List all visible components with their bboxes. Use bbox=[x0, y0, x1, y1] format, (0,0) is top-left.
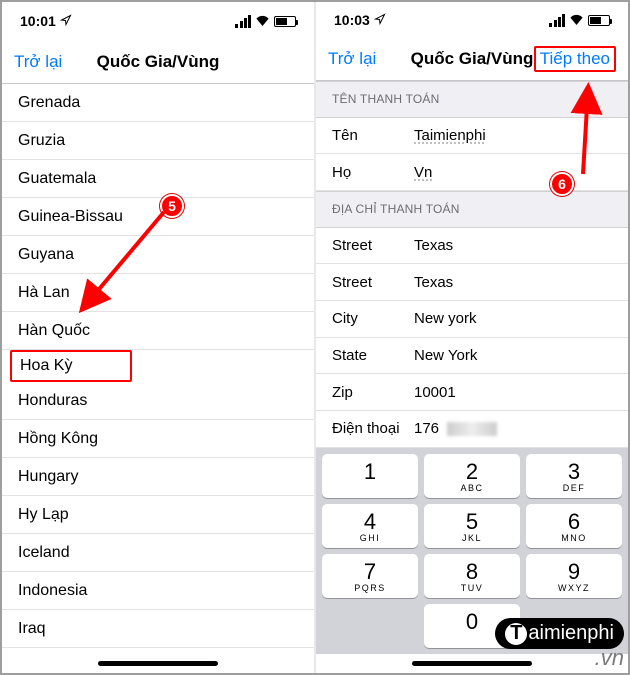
back-button[interactable]: Trở lại bbox=[14, 52, 62, 72]
field-city[interactable]: City New york bbox=[316, 301, 628, 338]
nav-title: Quốc Gia/Vùng bbox=[411, 49, 534, 69]
status-right bbox=[235, 13, 296, 29]
phone-redacted bbox=[447, 422, 497, 436]
location-icon bbox=[374, 12, 386, 28]
nav-bar: Trở lại Quốc Gia/Vùng bbox=[2, 40, 314, 84]
country-row[interactable]: Grenada bbox=[2, 84, 314, 122]
field-ten[interactable]: Tên Taimienphi bbox=[316, 118, 628, 155]
callout-5-badge: 5 bbox=[160, 194, 184, 218]
country-row[interactable]: Hoa Kỳ bbox=[10, 350, 132, 382]
key-5[interactable]: 5JKL bbox=[424, 504, 520, 548]
section-header-addr: ĐỊA CHỈ THANH TOÁN bbox=[316, 191, 628, 228]
country-row[interactable]: Iraq bbox=[2, 610, 314, 648]
field-street2[interactable]: Street Texas bbox=[316, 264, 628, 301]
key-4[interactable]: 4GHI bbox=[322, 504, 418, 548]
country-row[interactable]: Iceland bbox=[2, 534, 314, 572]
nav-bar: Trở lại Quốc Gia/Vùng Tiếp theo bbox=[316, 39, 628, 81]
watermark-suffix: .vn bbox=[495, 645, 624, 671]
field-ho[interactable]: Họ Vn bbox=[316, 154, 628, 191]
country-row[interactable]: Hungary bbox=[2, 458, 314, 496]
country-row[interactable]: Gruzia bbox=[2, 122, 314, 160]
field-label: Street bbox=[316, 274, 414, 291]
field-state[interactable]: State New York bbox=[316, 338, 628, 375]
watermark: Taimienphi .vn bbox=[495, 618, 624, 671]
field-phone[interactable]: Điện thoại 176 bbox=[316, 411, 628, 448]
status-time: 10:01 bbox=[20, 13, 56, 29]
country-row[interactable]: Guinea-Bissau bbox=[2, 198, 314, 236]
field-value[interactable]: New york bbox=[414, 310, 628, 327]
field-label: City bbox=[316, 310, 414, 327]
field-value[interactable]: New York bbox=[414, 347, 628, 364]
field-value[interactable]: Texas bbox=[414, 237, 628, 254]
battery-icon bbox=[274, 16, 296, 27]
home-indicator[interactable] bbox=[2, 653, 314, 673]
country-row[interactable]: Guatemala bbox=[2, 160, 314, 198]
field-value[interactable]: Vn bbox=[414, 164, 628, 181]
field-label: Zip bbox=[316, 384, 414, 401]
watermark-brand: aimienphi bbox=[528, 622, 614, 645]
field-zip[interactable]: Zip 10001 bbox=[316, 374, 628, 411]
field-label: Tên bbox=[316, 127, 414, 144]
key-9[interactable]: 9WXYZ bbox=[526, 554, 622, 598]
next-button[interactable]: Tiếp theo bbox=[534, 46, 616, 72]
signal-icon bbox=[235, 15, 251, 28]
country-row[interactable]: Hà Lan bbox=[2, 274, 314, 312]
field-label: Street bbox=[316, 237, 414, 254]
status-bar: 10:03 bbox=[316, 2, 628, 39]
field-label: Họ bbox=[316, 164, 414, 181]
country-row[interactable]: Hy Lạp bbox=[2, 496, 314, 534]
country-row[interactable]: Hàn Quốc bbox=[2, 312, 314, 350]
country-row[interactable]: Hồng Kông bbox=[2, 420, 314, 458]
key-8[interactable]: 8TUV bbox=[424, 554, 520, 598]
callout-6-badge: 6 bbox=[550, 172, 574, 196]
back-button[interactable]: Trở lại bbox=[328, 49, 376, 69]
status-right bbox=[549, 12, 610, 28]
field-value[interactable]: Taimienphi bbox=[414, 127, 628, 144]
country-row[interactable]: Indonesia bbox=[2, 572, 314, 610]
phone-prefix: 176 bbox=[414, 420, 439, 437]
country-row[interactable]: Honduras bbox=[2, 382, 314, 420]
field-street1[interactable]: Street Texas bbox=[316, 228, 628, 265]
field-value[interactable]: 176 bbox=[414, 420, 628, 437]
nav-title: Quốc Gia/Vùng bbox=[97, 52, 220, 72]
status-time: 10:03 bbox=[334, 12, 370, 28]
key-2[interactable]: 2ABC bbox=[424, 454, 520, 498]
battery-icon bbox=[588, 15, 610, 26]
section-header-name: TÊN THANH TOÁN bbox=[316, 81, 628, 118]
key-blank bbox=[322, 604, 418, 648]
field-value[interactable]: 10001 bbox=[414, 384, 628, 401]
status-bar: 10:01 bbox=[2, 2, 314, 40]
left-phone: 10:01 Trở lại Quốc Gia/Vùng GrenadaGruzi… bbox=[2, 2, 314, 673]
country-row[interactable]: Guyana bbox=[2, 236, 314, 274]
key-7[interactable]: 7PQRS bbox=[322, 554, 418, 598]
key-1[interactable]: 1 bbox=[322, 454, 418, 498]
right-phone: 10:03 Trở lại Quốc Gia/Vùng Tiếp theo TÊ… bbox=[316, 2, 628, 673]
location-icon bbox=[60, 13, 72, 29]
field-label: State bbox=[316, 347, 414, 364]
field-value[interactable]: Texas bbox=[414, 274, 628, 291]
signal-icon bbox=[549, 14, 565, 27]
wifi-icon bbox=[569, 12, 584, 28]
wifi-icon bbox=[255, 13, 270, 29]
country-list[interactable]: GrenadaGruziaGuatemalaGuinea-BissauGuyan… bbox=[2, 84, 314, 653]
key-3[interactable]: 3DEF bbox=[526, 454, 622, 498]
field-label: Điện thoại bbox=[316, 420, 414, 437]
key-6[interactable]: 6MNO bbox=[526, 504, 622, 548]
